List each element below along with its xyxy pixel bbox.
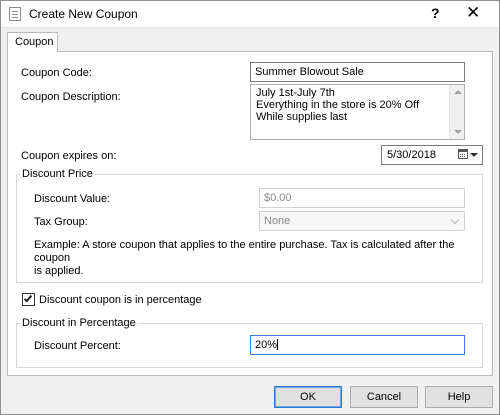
create-coupon-dialog: Create New Coupon ? ✕ Coupon Coupon Code… xyxy=(0,0,500,415)
close-icon[interactable]: ✕ xyxy=(466,3,480,23)
description-line: While supplies last xyxy=(256,111,348,123)
chevron-down-icon xyxy=(450,215,460,225)
discount-price-title: Discount Price xyxy=(20,168,95,180)
expires-label: Coupon expires on: xyxy=(21,150,117,162)
note-line: is applied. xyxy=(34,265,84,277)
tax-group-value: None xyxy=(264,215,291,227)
discount-percent-label: Discount Percent: xyxy=(34,340,121,352)
discount-percent-input[interactable]: 20% xyxy=(250,335,465,355)
chevron-down-icon[interactable] xyxy=(470,153,478,157)
title-bar: Create New Coupon ? ✕ xyxy=(1,1,499,28)
description-scrollbar[interactable] xyxy=(449,85,464,139)
discount-value-label: Discount Value: xyxy=(34,193,111,205)
note-line: Example: A store coupon that applies to … xyxy=(34,239,455,264)
help-button[interactable]: Help xyxy=(425,386,493,408)
discount-percent-value: 20% xyxy=(255,339,278,351)
scroll-down-icon[interactable] xyxy=(454,130,462,134)
description-line: July 1st-July 7th xyxy=(256,87,335,99)
description-line: Everything in the store is 20% Off xyxy=(256,99,420,111)
coupon-description-textarea[interactable]: July 1st-July 7th Everything in the stor… xyxy=(250,84,465,140)
checkmark-icon xyxy=(23,293,33,303)
coupon-description-label: Coupon Description: xyxy=(21,91,121,103)
help-icon[interactable]: ? xyxy=(431,5,440,21)
scroll-up-icon[interactable] xyxy=(454,90,462,94)
coupon-code-label: Coupon Code: xyxy=(21,67,92,79)
window-title: Create New Coupon xyxy=(29,7,138,21)
tax-group-label: Tax Group: xyxy=(34,216,88,228)
coupon-form-icon xyxy=(9,7,21,21)
discount-percentage-title: Discount in Percentage xyxy=(20,317,138,329)
calendar-icon[interactable] xyxy=(458,149,468,159)
text-caret xyxy=(277,339,279,350)
tax-group-select[interactable]: None xyxy=(259,211,465,231)
tab-coupon[interactable]: Coupon xyxy=(7,32,58,52)
percentage-checkbox-label[interactable]: Discount coupon is in percentage xyxy=(39,294,202,306)
ok-button[interactable]: OK xyxy=(274,386,342,408)
coupon-code-input[interactable]: Summer Blowout Sale xyxy=(250,62,465,82)
percentage-checkbox[interactable] xyxy=(22,293,35,306)
discount-value-input[interactable]: $0.00 xyxy=(259,188,465,208)
discount-note: Example: A store coupon that applies to … xyxy=(34,239,492,278)
expires-date-picker[interactable]: 5/30/2018 xyxy=(381,145,483,165)
coupon-tab-panel: Coupon Code: Summer Blowout Sale Coupon … xyxy=(7,51,493,376)
cancel-button[interactable]: Cancel xyxy=(350,386,418,408)
expires-date-value: 5/30/2018 xyxy=(387,149,436,161)
tab-coupon-label: Coupon xyxy=(15,36,54,48)
